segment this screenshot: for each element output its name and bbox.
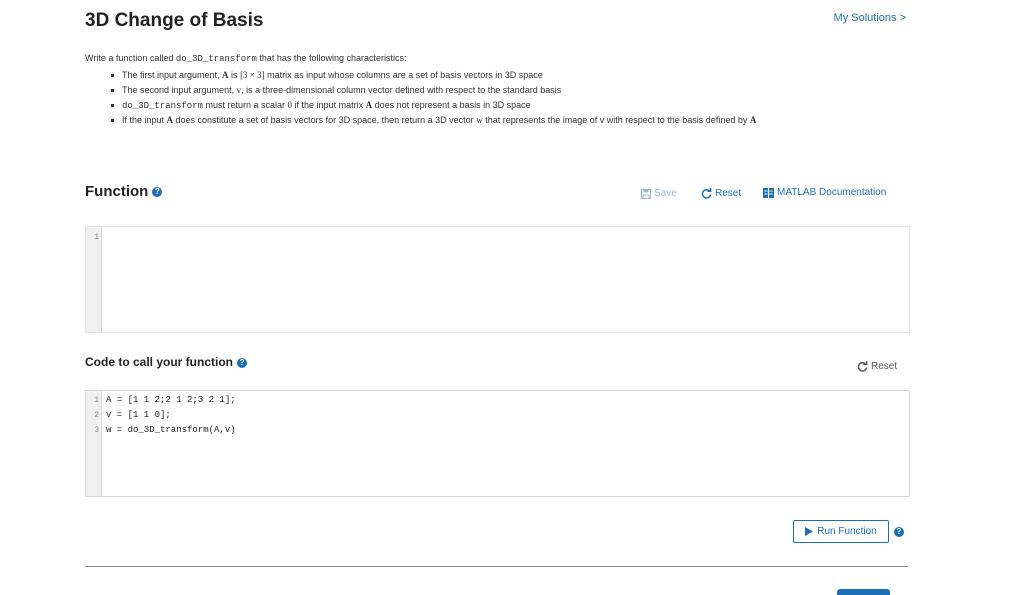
code-line: A = [1 1 2;2 1 2;3 2 1]; [106, 395, 236, 405]
documentation-icon [763, 187, 774, 198]
line-number: 1 [94, 396, 99, 405]
list-item: The first input argument, A is [3 × 3] m… [111, 68, 756, 83]
line-number: 3 [94, 426, 99, 435]
list-item: If the input A does constitute a set of … [111, 113, 756, 128]
reset-call-button[interactable]: Reset [857, 361, 897, 372]
matlab-documentation-link[interactable]: MATLAB Documentation [763, 187, 886, 198]
refresh-icon [857, 361, 868, 372]
section-divider [85, 566, 908, 567]
code-line: v = [1 1 0]; [106, 410, 171, 420]
help-icon[interactable]: ? [152, 187, 163, 198]
function-editor[interactable]: 1 [85, 226, 910, 333]
problem-intro: Write a function called do_3D_transform … [85, 53, 407, 64]
list-item: The second input argument, v, is a three… [111, 83, 756, 98]
call-section-header: Code to call your function? [85, 355, 248, 369]
line-number-gutter [86, 391, 102, 496]
requirements-list: The first input argument, A is [3 × 3] m… [111, 68, 756, 128]
page-title: 3D Change of Basis [85, 10, 264, 31]
help-icon[interactable]: ? [894, 527, 904, 537]
call-section-title: Code to call your function [85, 355, 234, 369]
line-number: 2 [94, 411, 99, 420]
code-line: w = do_3D_transform(A,v) [106, 425, 236, 435]
line-number-gutter [86, 227, 102, 332]
reset-function-button[interactable]: Reset [701, 188, 741, 199]
line-number: 1 [94, 233, 99, 242]
my-solutions-link[interactable]: My Solutions > [834, 12, 906, 24]
run-function-button[interactable]: Run Function [793, 520, 889, 543]
next-section-title-fragment [85, 588, 97, 595]
refresh-icon [701, 188, 712, 199]
save-button[interactable]: Save [641, 188, 677, 199]
function-section-header: Function? [85, 183, 163, 200]
play-icon [805, 527, 814, 536]
help-icon[interactable]: ? [237, 357, 248, 368]
next-section-button-fragment[interactable] [837, 589, 890, 595]
function-name: do_3D_transform [175, 54, 257, 64]
list-item: do_3D_transform must return a scalar 0 i… [111, 98, 756, 113]
function-section-title: Function [85, 183, 149, 200]
call-code-editor[interactable]: 1 A = [1 1 2;2 1 2;3 2 1]; 2 v = [1 1 0]… [85, 390, 910, 497]
floppy-icon [641, 188, 651, 199]
